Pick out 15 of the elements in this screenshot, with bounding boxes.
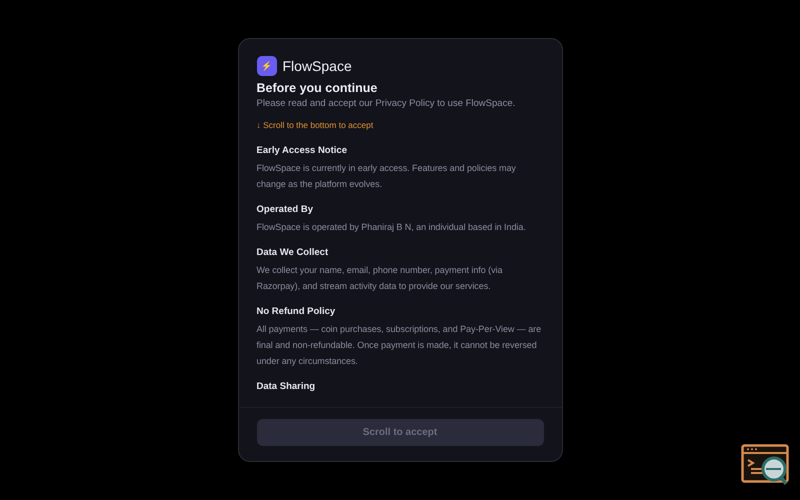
- section-heading: Data Sharing: [256, 381, 316, 392]
- section-text: We collect your name, email, phone number, payment info (via Razorpay), and stream activity data to provide our services.: [256, 264, 504, 293]
- section-heading: Data We Collect: [256, 247, 330, 258]
- section-heading: Operated By: [256, 204, 314, 215]
- section-text: FlowSpace is operated by Phaniraj B N, an individual based in India.: [256, 221, 527, 234]
- inspector-icon[interactable]: [741, 444, 791, 487]
- brand-name: FlowSpace: [282, 58, 352, 74]
- scroll-hint: ↓ Scroll to the bottom to accept: [256, 120, 374, 130]
- section-text: All payments — coin purchases, subscriptions, and Pay-Per-View — are final and non-refundable. Once payment is made, it cannot be reversed under any circumstances.: [256, 323, 542, 368]
- dialog-title: Before you continue: [256, 81, 378, 95]
- section-text: FlowSpace is currently in early access. Features and policies may change as the platform evolves.: [256, 162, 517, 191]
- dialog-subtitle: Please read and accept our Privacy Policy to use FlowSpace.: [256, 98, 516, 109]
- section-heading: No Refund Policy: [256, 306, 336, 317]
- section-heading: Early Access Notice: [256, 145, 348, 156]
- lightning-icon: ⚡: [256, 56, 276, 76]
